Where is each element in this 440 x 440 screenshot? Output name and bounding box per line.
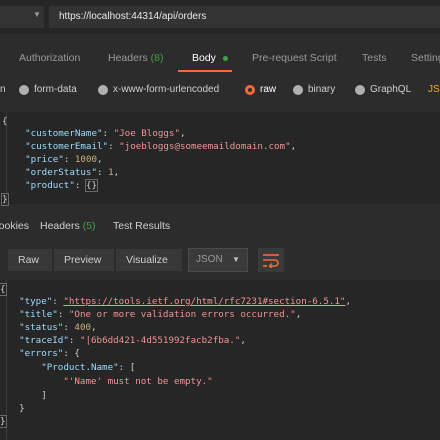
response-line-type: "type": "https://tools.ietf.org/html/rfc… bbox=[19, 296, 352, 307]
response-headers-count: (5) bbox=[82, 220, 96, 232]
tab-body[interactable]: Body bbox=[192, 52, 216, 64]
response-line-product-name: "Product.Name": [ bbox=[41, 362, 136, 373]
headers-count: (8) bbox=[150, 52, 164, 64]
wrap-lines-icon bbox=[263, 254, 279, 268]
request-line-price: "price": 1000, bbox=[25, 154, 103, 165]
tab-response-headers-label: Headers bbox=[40, 220, 80, 232]
modified-dot-icon bbox=[223, 56, 228, 61]
response-open-brace: { bbox=[0, 283, 7, 296]
tab-cookies[interactable]: Cookies bbox=[0, 220, 29, 232]
request-line-customer-name: "customerName": "Joe Bloggs", bbox=[25, 128, 186, 139]
response-line-errors: "errors": { bbox=[19, 348, 80, 359]
request-open-brace: { bbox=[2, 116, 8, 127]
visualize-view-button[interactable]: Visualize bbox=[116, 249, 182, 271]
url-text[interactable]: https://localhost:44314/api/orders bbox=[59, 11, 206, 22]
radio-none-label[interactable]: none bbox=[0, 84, 6, 95]
radio-urlencoded[interactable] bbox=[98, 85, 108, 95]
tab-headers-label: Headers bbox=[108, 52, 148, 64]
tab-prerequest-script[interactable]: Pre-request Script bbox=[252, 52, 337, 64]
radio-urlencoded-label[interactable]: x-www-form-urlencoded bbox=[113, 84, 219, 95]
request-line-customer-email: "customerEmail": "joebloggs@someemaildom… bbox=[25, 141, 297, 152]
tab-authorization[interactable]: Authorization bbox=[19, 52, 80, 64]
tab-headers[interactable]: Headers (8) bbox=[108, 52, 163, 64]
response-close-brace: } bbox=[0, 415, 7, 428]
tab-response-headers[interactable]: Headers (5) bbox=[40, 220, 95, 232]
response-line-status: "status": 400, bbox=[19, 322, 97, 333]
tab-settings[interactable]: Settings bbox=[411, 52, 440, 64]
radio-form-data-label[interactable]: form-data bbox=[34, 84, 77, 95]
raw-view-button[interactable]: Raw bbox=[8, 249, 52, 271]
request-line-product: "product": {} bbox=[25, 179, 99, 192]
radio-graphql-label[interactable]: GraphQL bbox=[370, 84, 411, 95]
editor-gutter bbox=[6, 280, 7, 440]
radio-graphql[interactable] bbox=[355, 85, 365, 95]
response-line-array-close: ] bbox=[8, 390, 47, 401]
radio-raw-label[interactable]: raw bbox=[260, 84, 276, 95]
response-format-label: JSON bbox=[196, 254, 223, 265]
body-format-select[interactable]: JSON bbox=[428, 84, 440, 95]
tab-test-results[interactable]: Test Results bbox=[113, 220, 170, 232]
radio-binary-label[interactable]: binary bbox=[308, 84, 335, 95]
request-line-order-status: "orderStatus": 1, bbox=[25, 167, 120, 178]
response-line-errors-close: } bbox=[8, 403, 25, 414]
response-line-error-message: "'Name' must not be empty." bbox=[63, 376, 213, 387]
tab-tests[interactable]: Tests bbox=[362, 52, 387, 64]
radio-form-data[interactable] bbox=[19, 85, 29, 95]
request-close-brace: } bbox=[1, 193, 9, 206]
chevron-down-icon: ▼ bbox=[232, 255, 240, 264]
radio-raw[interactable] bbox=[245, 85, 255, 95]
active-tab-indicator bbox=[178, 70, 232, 72]
preview-view-button[interactable]: Preview bbox=[54, 249, 114, 271]
response-line-trace-id: "traceId": "|6b6dd421-4d551992facb2fba."… bbox=[19, 335, 246, 346]
response-line-title: "title": "One or more validation errors … bbox=[19, 309, 302, 320]
radio-binary[interactable] bbox=[293, 85, 303, 95]
chevron-down-icon[interactable]: ▼ bbox=[33, 10, 41, 19]
